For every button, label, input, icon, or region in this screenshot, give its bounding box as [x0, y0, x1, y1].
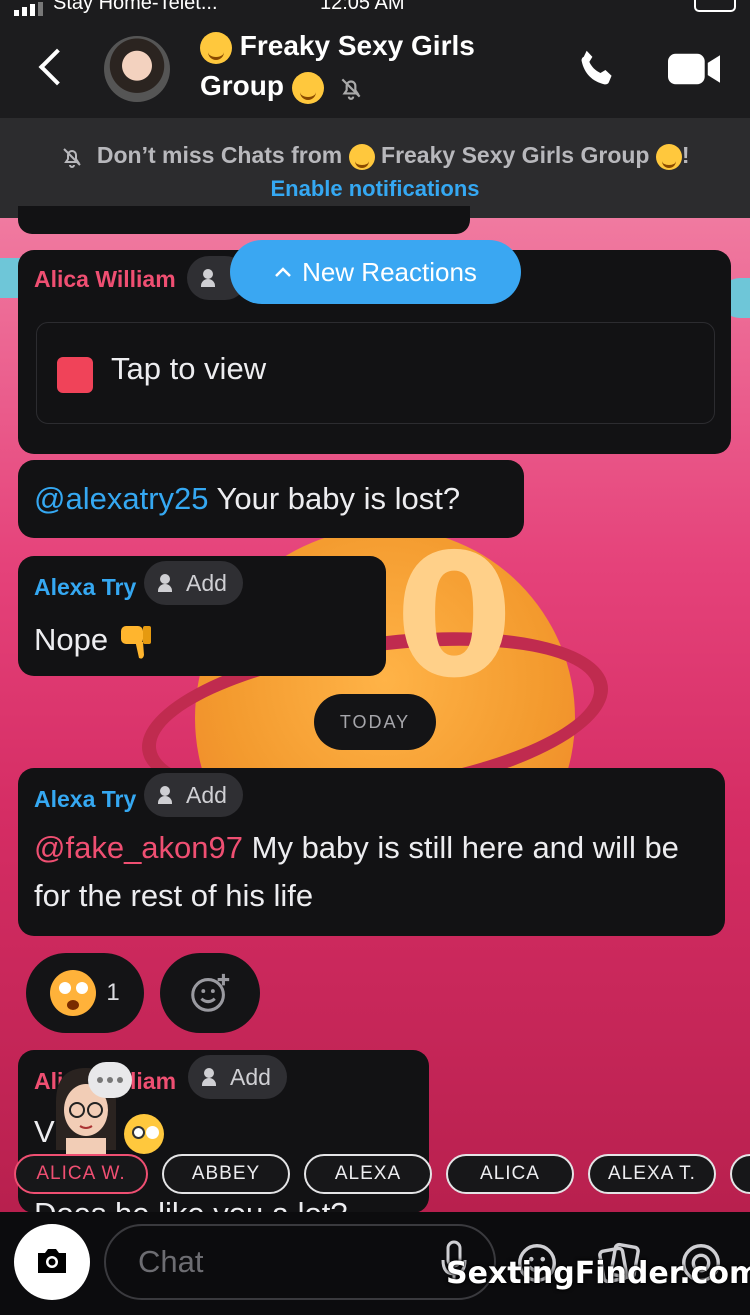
message-body-cut: Does he like you a lot?	[34, 1196, 348, 1212]
chat-input[interactable]	[104, 1224, 496, 1300]
sender-name[interactable]: Alexa Try	[34, 574, 136, 601]
mention-chip[interactable]: ALEXA T.	[588, 1154, 716, 1194]
snap-tap-to-view[interactable]: Tap to view	[36, 322, 715, 424]
signal-icon	[14, 2, 43, 16]
mention-link[interactable]: @alexatry25	[34, 481, 209, 516]
add-person-icon	[158, 574, 178, 592]
message-text: @fake_akon97 My baby is still here and w…	[34, 824, 714, 920]
chevron-up-icon	[275, 267, 291, 277]
battery-icon	[694, 0, 736, 12]
muted-bell-icon	[63, 148, 82, 168]
add-reaction-icon	[191, 973, 230, 1012]
add-person-icon	[158, 786, 178, 804]
add-friend-button[interactable]: Add	[188, 1055, 287, 1099]
message-body: Nope	[34, 622, 109, 657]
clock: 12:05 AM	[320, 0, 405, 14]
sender-name-right[interactable]: liam	[130, 1068, 176, 1095]
mention-chip[interactable]	[730, 1154, 750, 1194]
flushed-face-emoji	[124, 1114, 164, 1154]
chat-header: Freaky Sexy Girls Group	[0, 18, 750, 118]
phone-icon[interactable]	[574, 46, 620, 92]
wallpaper-number: 0	[395, 518, 514, 716]
camera-button[interactable]	[14, 1224, 90, 1300]
drooling-face-emoji	[291, 71, 324, 104]
group-avatar[interactable]	[104, 36, 170, 102]
banner-group-name: Freaky Sexy Girls Group	[381, 142, 650, 168]
camera-icon	[38, 1249, 66, 1273]
notification-banner: Don’t miss Chats from Freaky Sexy Girls …	[0, 118, 750, 218]
reaction-count: 1	[106, 979, 120, 1006]
message-text: Nope	[34, 616, 155, 664]
muted-bell-icon	[341, 78, 360, 100]
back-button[interactable]	[34, 46, 74, 90]
mention-suggestions: ALICA W. ABBEY ALEXA ALICA ALEXA T.	[14, 1154, 750, 1196]
message-bubble-partial	[18, 206, 470, 234]
thumbs-down-emoji	[120, 625, 151, 659]
mention-link[interactable]: @fake_akon97	[34, 830, 243, 865]
carrier-label: Stay Home-Telet...	[53, 0, 218, 14]
add-friend-button[interactable]: Add	[144, 561, 243, 605]
sender-name[interactable]: Alica William	[34, 266, 176, 293]
message-body: Your baby is lost?	[208, 481, 461, 516]
mention-chip[interactable]: ABBEY	[162, 1154, 290, 1194]
drooling-face-emoji	[655, 143, 682, 170]
smiling-face-emoji	[348, 143, 375, 170]
banner-text: Don’t miss Chats from Freaky Sexy Girls …	[0, 142, 750, 170]
chat-title[interactable]: Freaky Sexy Girls Group	[200, 26, 530, 106]
add-person-icon	[202, 1068, 222, 1086]
add-label: Add	[186, 569, 227, 596]
mention-chip[interactable]: ALEXA	[304, 1154, 432, 1194]
message-text: @alexatry25 Your baby is lost?	[34, 475, 460, 523]
sender-name[interactable]: Alexa Try	[34, 786, 136, 813]
enable-notifications-link[interactable]: Enable notifications	[270, 176, 479, 202]
mention-chip[interactable]: ALICA	[446, 1154, 574, 1194]
new-reactions-label: New Reactions	[302, 256, 477, 287]
shocked-face-emoji	[50, 970, 97, 1016]
banner-text-end: !	[681, 142, 690, 168]
add-friend-button[interactable]: Add	[144, 773, 243, 817]
reaction-pill[interactable]: 1	[26, 953, 144, 1033]
date-divider: TODAY	[314, 694, 436, 750]
add-reaction-button[interactable]	[160, 953, 260, 1033]
title-line2: Group	[200, 70, 284, 101]
status-bar: Stay Home-Telet... 12:05 AM	[0, 0, 750, 18]
snap-red-square-icon	[57, 357, 93, 393]
add-person-icon	[201, 269, 221, 287]
mention-chip[interactable]: ALICA W.	[14, 1154, 148, 1194]
new-reactions-button[interactable]: New Reactions	[230, 240, 521, 304]
watermark-text: SextingFinder.com	[446, 1256, 750, 1291]
add-label: Add	[230, 1063, 271, 1090]
snap-label: Tap to view	[111, 351, 267, 386]
title-line1: Freaky Sexy Girls	[239, 30, 475, 61]
add-label: Add	[186, 781, 227, 808]
banner-text-part1: Don’t miss Chats from	[96, 142, 343, 168]
video-camera-icon[interactable]	[668, 52, 720, 86]
typing-indicator	[88, 1062, 132, 1098]
smiling-face-emoji	[200, 31, 232, 64]
